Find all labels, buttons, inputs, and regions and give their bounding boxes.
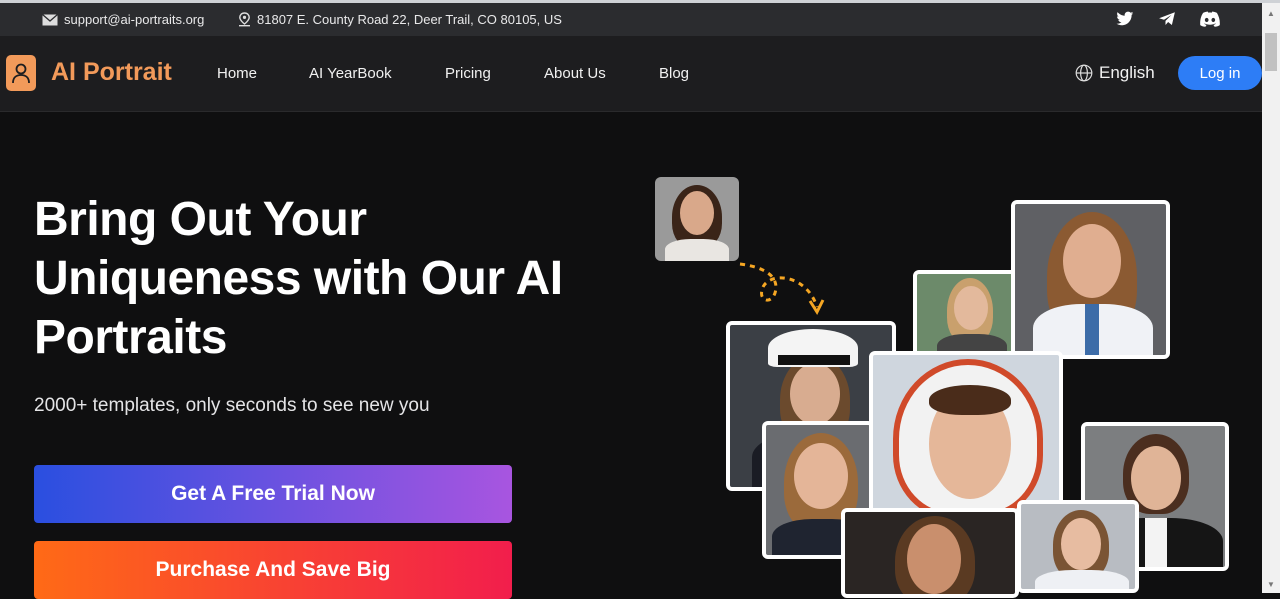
original-selfie-photo	[655, 177, 739, 261]
language-selector[interactable]: English	[1075, 63, 1155, 83]
twitter-icon[interactable]	[1116, 11, 1134, 27]
portrait-doctor	[1011, 200, 1170, 359]
nav-ai-yearbook[interactable]: AI YearBook	[309, 65, 392, 82]
scroll-up-icon[interactable]: ▲	[1267, 9, 1275, 18]
address-contact: 81807 E. County Road 22, Deer Trail, CO …	[238, 3, 562, 36]
nav-blog[interactable]: Blog	[659, 65, 689, 82]
transform-arrow-icon	[739, 262, 825, 316]
social-links	[1116, 11, 1220, 27]
purchase-button[interactable]: Purchase And Save Big	[34, 541, 512, 599]
portrait-dark	[841, 508, 1019, 598]
hero-title-line: Uniqueness with Our AI	[34, 252, 563, 305]
hero-title-line: Bring Out Your	[34, 193, 367, 246]
portrait-nurse	[1017, 500, 1139, 593]
hero-title: Bring Out Your Uniqueness with Our AI Po…	[34, 190, 634, 367]
address-text: 81807 E. County Road 22, Deer Trail, CO …	[257, 12, 562, 27]
scroll-down-icon[interactable]: ▼	[1267, 580, 1275, 589]
nav-about-us[interactable]: About Us	[544, 65, 606, 82]
main-navbar: AI Portrait Home AI YearBook Pricing Abo…	[0, 36, 1262, 112]
email-contact[interactable]: support@ai-portraits.org	[42, 3, 204, 36]
page-scrollbar[interactable]: ▲ ▼	[1262, 3, 1280, 593]
nav-pricing[interactable]: Pricing	[445, 65, 491, 82]
discord-icon[interactable]	[1200, 11, 1220, 27]
brand-logo[interactable]: AI Portrait	[51, 58, 172, 87]
globe-icon	[1075, 64, 1093, 82]
scroll-thumb[interactable]	[1265, 33, 1277, 71]
email-text: support@ai-portraits.org	[64, 12, 205, 27]
user-logo-icon[interactable]	[6, 55, 36, 91]
mail-icon	[42, 13, 58, 25]
hero-title-line: Portraits	[34, 311, 227, 364]
location-pin-icon	[239, 12, 250, 27]
portrait-astronaut	[869, 351, 1063, 521]
telegram-icon[interactable]	[1158, 11, 1176, 27]
contact-bar: support@ai-portraits.org 81807 E. County…	[0, 3, 1262, 36]
nav-home[interactable]: Home	[217, 65, 257, 82]
free-trial-button[interactable]: Get A Free Trial Now	[34, 465, 512, 523]
portrait-field	[913, 270, 1017, 358]
language-label: English	[1099, 63, 1155, 82]
login-button[interactable]: Log in	[1178, 56, 1262, 90]
hero-subtitle: 2000+ templates, only seconds to see new…	[34, 395, 430, 416]
